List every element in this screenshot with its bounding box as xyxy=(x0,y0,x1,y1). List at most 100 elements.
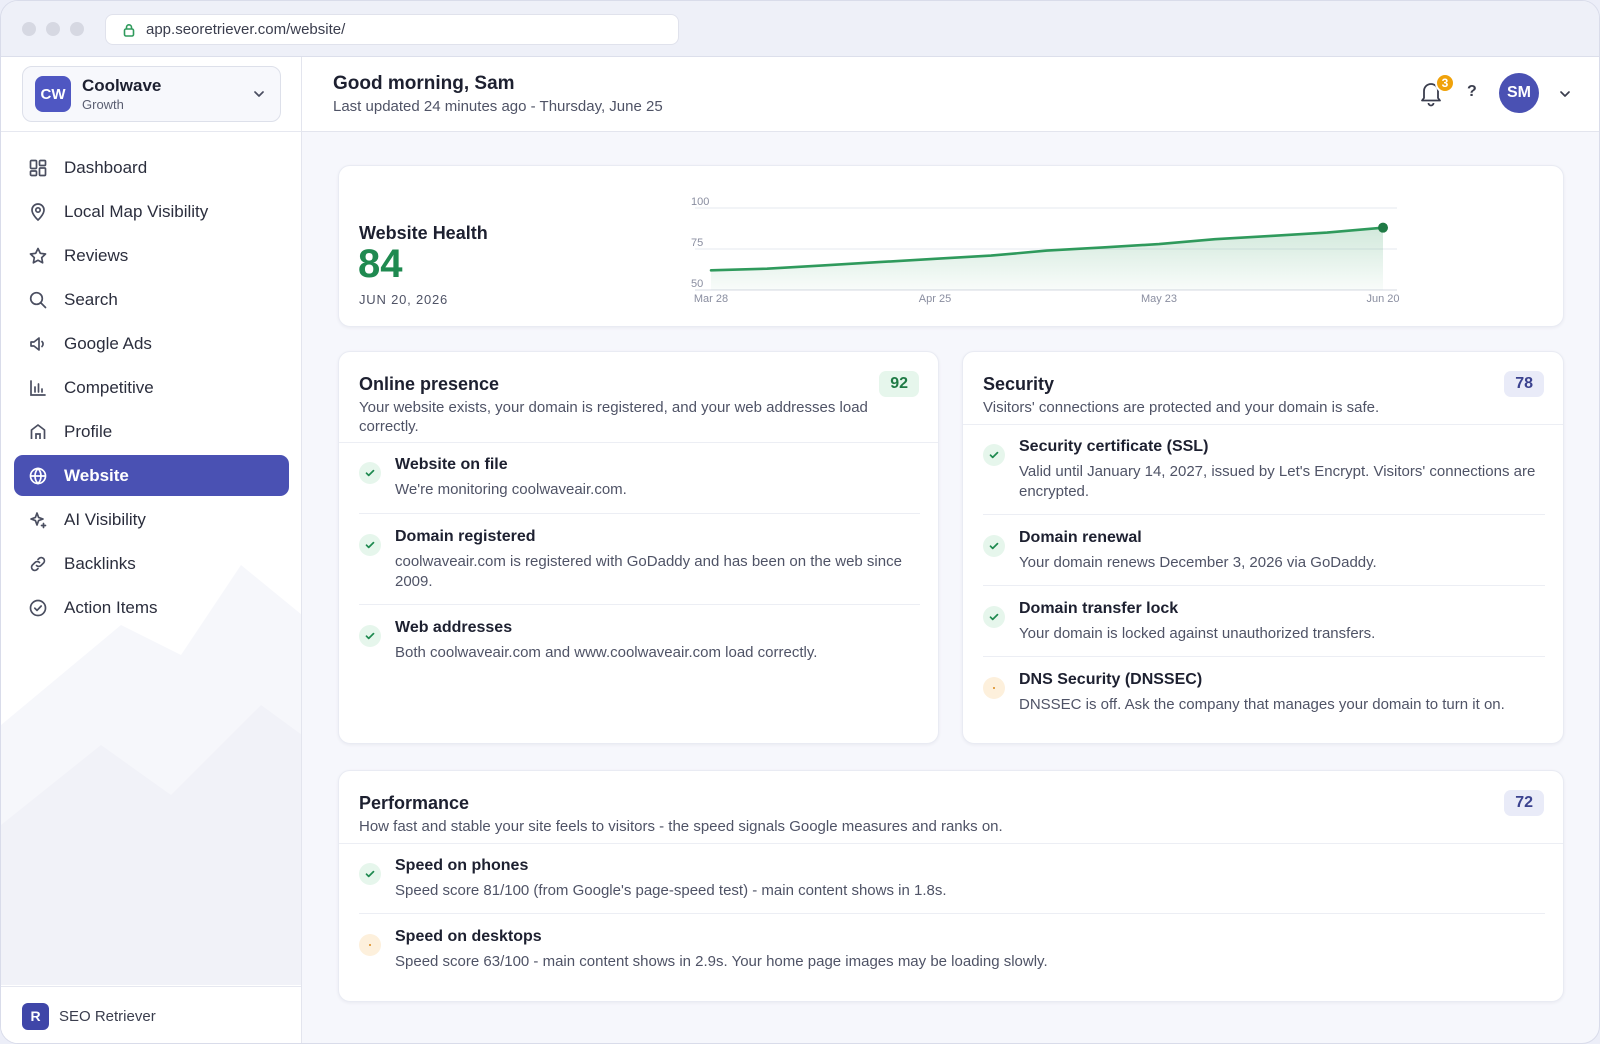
section-title: Performance xyxy=(359,793,470,813)
brand-name: SEO Retriever xyxy=(59,1007,156,1025)
item-divider xyxy=(359,604,920,605)
sidebar-item-dashboard[interactable]: Dashboard xyxy=(14,147,289,188)
item-title: Speed on phones xyxy=(395,857,529,874)
window-close-dot[interactable] xyxy=(22,22,36,36)
item-description: DNSSEC is off. Ask the company that mana… xyxy=(1019,696,1505,713)
sidebar-item-google-ads[interactable]: Google Ads xyxy=(14,323,289,364)
link-icon xyxy=(30,556,46,571)
storefront-icon xyxy=(30,423,46,439)
website-health-card: Website Health 84 JUN 20, 2026 50 75 100 Ma… xyxy=(338,165,1564,327)
org-plan: Growth xyxy=(82,97,124,112)
sidebar-item-label: Action Items xyxy=(64,597,158,617)
page-title: Good morning, Sam xyxy=(333,73,515,94)
sidebar-item-label: Profile xyxy=(64,421,113,441)
item-description: Speed score 63/100 - main content shows … xyxy=(395,953,1048,970)
sidebar-item-ai-visibility[interactable]: AI Visibility xyxy=(14,499,289,540)
help-button[interactable]: ? xyxy=(1467,83,1477,101)
item-description: coolwaveair.com is registered with GoDad… xyxy=(395,553,902,590)
notification-badge: 3 xyxy=(1435,73,1455,93)
item-title: Web addresses xyxy=(395,619,513,636)
section-description: Your website exists, your domain is regi… xyxy=(359,399,868,435)
card-divider xyxy=(339,843,1563,844)
megaphone-icon xyxy=(30,336,44,351)
avatar[interactable]: SM xyxy=(1499,73,1539,113)
sidebar-item-label: Reviews xyxy=(64,245,129,265)
address-bar[interactable]: app.seoretriever.com/website/ xyxy=(105,14,679,45)
sidebar-item-label: AI Visibility xyxy=(64,509,146,529)
sidebar-item-search[interactable]: Search xyxy=(14,279,289,320)
check-icon xyxy=(359,625,381,647)
security-card: Security 78 Visitors' connections are pr… xyxy=(962,351,1564,744)
check-icon xyxy=(983,606,1005,628)
sidebar-item-website[interactable]: Website xyxy=(14,455,289,496)
series-area xyxy=(711,227,1383,290)
check-icon xyxy=(359,863,381,885)
sidebar-item-label: Local Map Visibility xyxy=(64,201,209,221)
latest-point xyxy=(1378,222,1388,233)
sidebar-nav: Dashboard Local Map Visibility Reviews S… xyxy=(14,147,289,631)
last-updated-text: Last updated 24 minutes ago - Thursday, … xyxy=(333,98,663,115)
check-icon xyxy=(983,444,1005,466)
check-circle-icon xyxy=(29,599,47,616)
sidebar-item-label: Competitive xyxy=(64,377,154,397)
health-title: Website Health xyxy=(359,223,488,243)
sidebar-item-reviews[interactable]: Reviews xyxy=(14,235,289,276)
chevron-down-icon[interactable] xyxy=(1558,87,1572,101)
search-icon xyxy=(29,291,47,308)
item-title: Domain transfer lock xyxy=(1019,600,1179,617)
sidebar-item-competitive[interactable]: Competitive xyxy=(14,367,289,408)
lock-icon xyxy=(123,23,135,37)
item-description: Your domain renews December 3, 2026 via … xyxy=(1019,554,1377,571)
online-presence-card: Online presence 92 Your website exists, … xyxy=(338,351,939,744)
score-badge: 72 xyxy=(1504,790,1544,816)
check-icon xyxy=(359,462,381,484)
item-description: Speed score 81/100 (from Google's page-s… xyxy=(395,882,947,899)
map-pin-icon xyxy=(31,202,45,221)
item-title: Domain registered xyxy=(395,528,536,545)
score-badge: 78 xyxy=(1504,371,1544,397)
y-tick-label: 75 xyxy=(691,237,703,249)
health-date: JUN 20, 2026 xyxy=(359,292,449,307)
chevron-down-icon xyxy=(254,91,264,97)
check-icon xyxy=(983,535,1005,557)
item-divider xyxy=(983,514,1545,515)
sidebar-item-action-items[interactable]: Action Items xyxy=(14,587,289,628)
window-minimize-dot[interactable] xyxy=(46,22,60,36)
globe-icon xyxy=(29,466,47,485)
section-description: How fast and stable your site feels to v… xyxy=(359,818,1003,835)
y-tick-label: 100 xyxy=(691,196,709,208)
browser-chrome: app.seoretriever.com/website/ xyxy=(1,1,1599,57)
item-description: We're monitoring coolwaveair.com. xyxy=(395,481,627,498)
card-divider xyxy=(963,424,1563,425)
sidebar-item-label: Search xyxy=(64,289,118,309)
dashboard-icon xyxy=(29,159,47,176)
sidebar-item-label: Backlinks xyxy=(64,553,136,573)
org-name: Coolwave xyxy=(82,76,162,95)
sidebar-item-backlinks[interactable]: Backlinks xyxy=(14,543,289,584)
item-title: Speed on desktops xyxy=(395,928,542,945)
section-title: Security xyxy=(983,374,1055,394)
sidebar-item-profile[interactable]: Profile xyxy=(14,411,289,452)
url-text: app.seoretriever.com/website/ xyxy=(146,21,346,38)
item-title: Website on file xyxy=(395,456,508,473)
warning-dot-icon xyxy=(359,934,381,956)
item-divider xyxy=(359,513,920,514)
health-trend-chart: 50 75 100 Mar 28 Apr 25 May 23 Jun 20 xyxy=(691,196,1400,305)
x-tick-label: Jun 20 xyxy=(1366,293,1399,305)
section-description: Visitors' connections are protected and … xyxy=(983,399,1380,416)
window-zoom-dot[interactable] xyxy=(70,22,84,36)
sidebar-item-label: Google Ads xyxy=(64,333,152,353)
item-title: Security certificate (SSL) xyxy=(1019,438,1209,455)
warning-dot-icon xyxy=(983,677,1005,699)
item-description: Valid until January 14, 2027, issued by … xyxy=(1019,463,1536,500)
bar-chart-icon xyxy=(30,379,46,396)
item-divider xyxy=(359,913,1545,914)
y-tick-label: 50 xyxy=(691,278,703,290)
item-description: Your domain is locked against unauthoriz… xyxy=(1019,625,1376,642)
x-tick-label: Apr 25 xyxy=(919,293,951,305)
sidebar-item-local-map-visibility[interactable]: Local Map Visibility xyxy=(14,191,289,232)
item-title: Domain renewal xyxy=(1019,529,1142,546)
item-title: DNS Security (DNSSEC) xyxy=(1019,671,1203,688)
sidebar: CW Coolwave Growth Dashboard Local Map V… xyxy=(1,57,302,1043)
org-switcher[interactable]: CW Coolwave Growth xyxy=(22,66,281,122)
